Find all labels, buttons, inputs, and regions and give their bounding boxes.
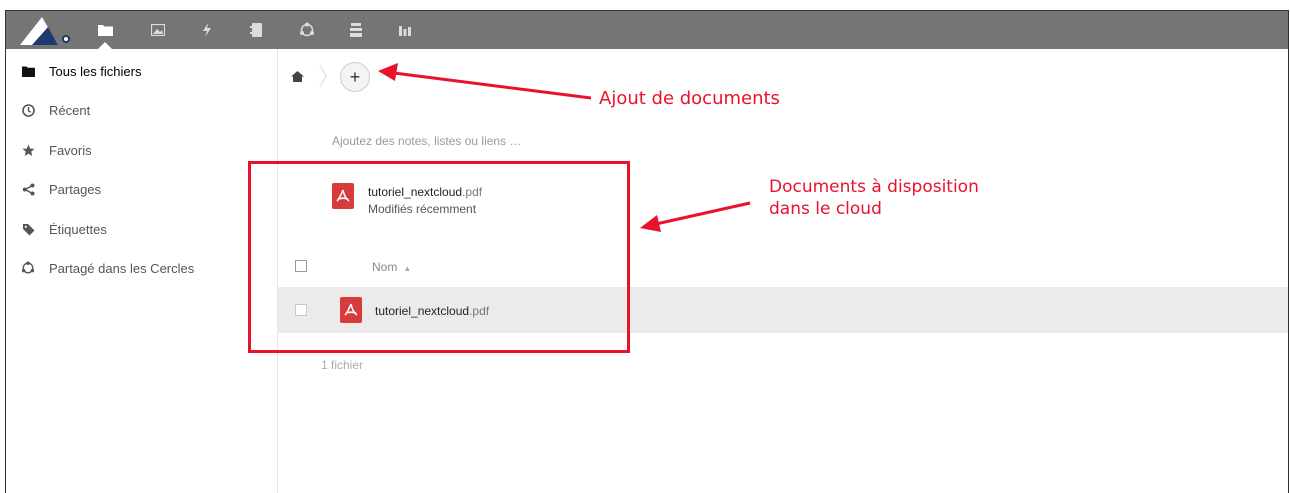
annotation-arrows <box>378 63 751 232</box>
annotation-add-label: Ajout de documents <box>599 88 780 109</box>
nextcloud-window: Tous les fichiers Récent Favoris Partage… <box>5 10 1289 493</box>
annotation-docs-label-line2: dans le cloud <box>769 199 882 219</box>
annotation-docs-label-line1: Documents à disposition <box>769 177 979 197</box>
